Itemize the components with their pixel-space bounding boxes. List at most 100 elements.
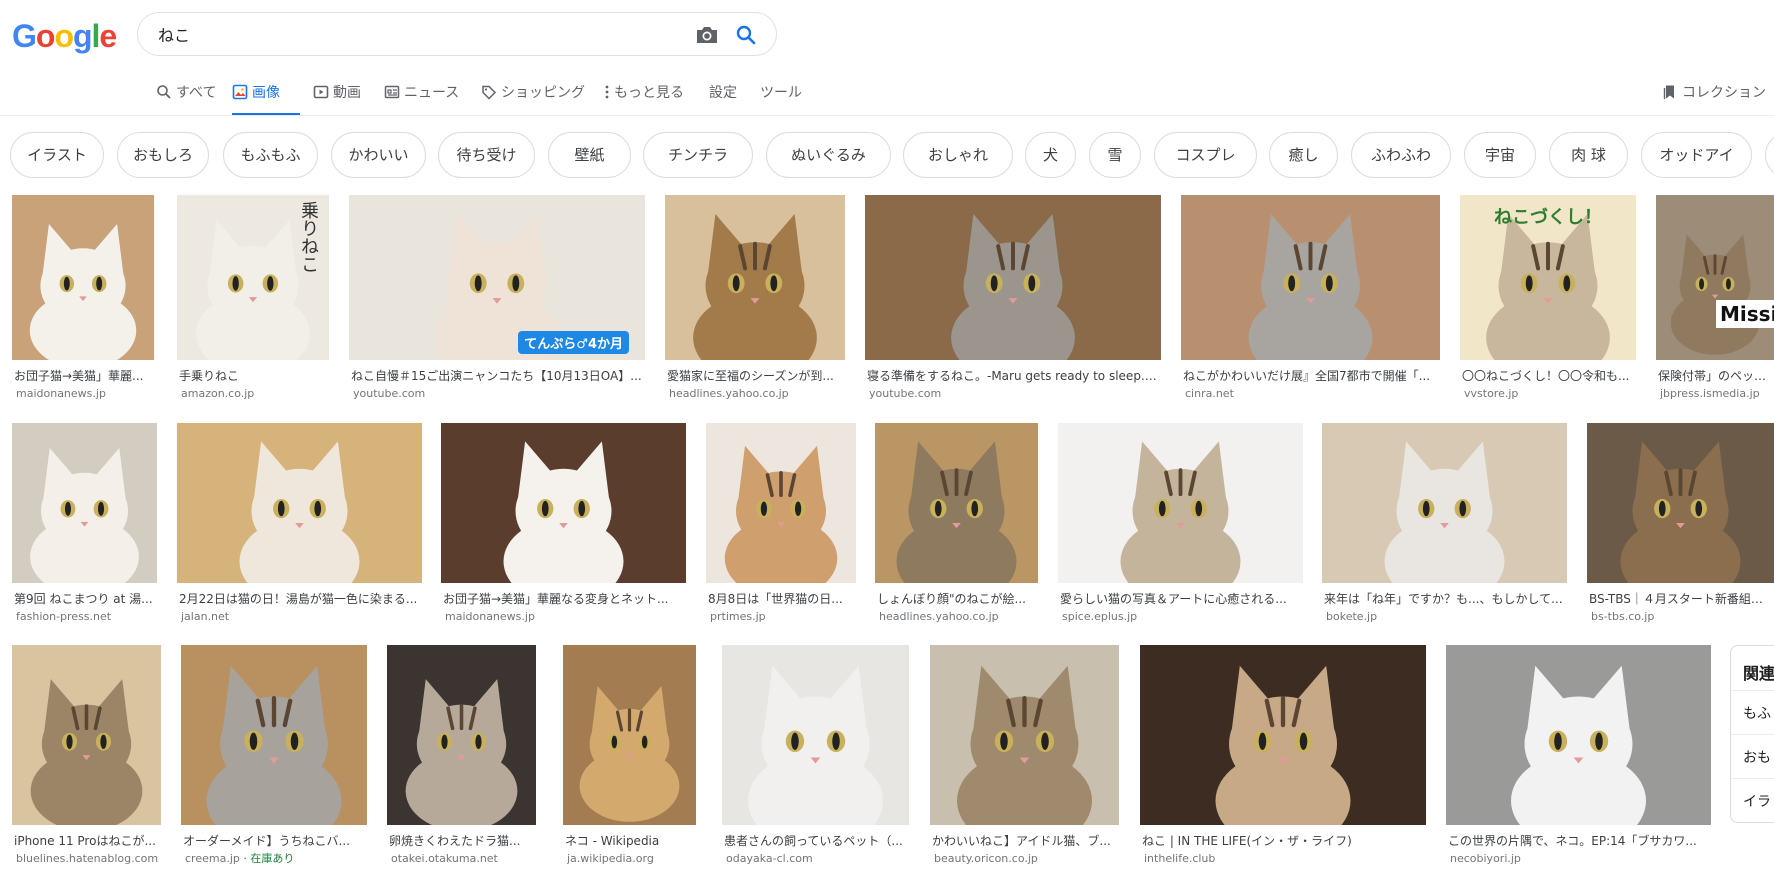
image-result[interactable]: 寝る準備をするねこ。-Maru gets ready to sleep.- - …	[865, 195, 1161, 412]
result-title[interactable]: オーダーメイド】うちねこバ...	[183, 833, 367, 849]
image-result[interactable]: BS-TBS｜４月スタート新番組「... bs-tbs.co.jp	[1587, 423, 1774, 635]
result-thumbnail[interactable]	[1446, 645, 1711, 825]
related-item[interactable]: もふ	[1743, 703, 1771, 723]
chip-5[interactable]: 壁紙	[548, 132, 631, 178]
chip-17[interactable]: スフィンクス	[1765, 132, 1774, 178]
result-title[interactable]: ねこ自慢＃15ご出演ニャンコたち【10月13日OA】...	[351, 368, 645, 384]
image-result[interactable]: かわいいねこ】アイドル猫、ブ... beauty.oricon.co.jp	[930, 645, 1119, 877]
result-thumbnail[interactable]	[12, 645, 161, 825]
chip-7[interactable]: ぬいぐるみ	[766, 132, 891, 178]
result-thumbnail[interactable]: てんぷら♂4か月	[349, 195, 645, 360]
result-thumbnail[interactable]: ねこづくし！	[1460, 195, 1636, 360]
result-title[interactable]: かわいいねこ】アイドル猫、ブ...	[932, 833, 1119, 849]
image-result[interactable]: ねこがかわいいだけ展』全国7都市で開催「... cinra.net	[1181, 195, 1440, 412]
related-item[interactable]: イラ	[1743, 791, 1771, 811]
result-title[interactable]: BS-TBS｜４月スタート新番組「...	[1589, 591, 1774, 607]
result-title[interactable]: 来年は「ね年」ですか？も...、もしかして...	[1324, 591, 1567, 607]
chip-6[interactable]: チンチラ	[643, 132, 753, 178]
collections-link[interactable]: コレクション	[1662, 82, 1766, 116]
result-title[interactable]: この世界の片隅で、ネコ。EP:14「ブサカワ...	[1448, 833, 1711, 849]
image-result[interactable]: オーダーメイド】うちねこバ... creema.jp · 在庫あり	[181, 645, 367, 877]
result-thumbnail[interactable]	[1587, 423, 1774, 583]
image-result[interactable]: ねこ | IN THE LIFE(イン・ザ・ライフ) inthelife.club	[1140, 645, 1426, 877]
result-thumbnail[interactable]	[930, 645, 1119, 825]
result-title[interactable]: 〇〇ねこづくし！〇〇令和も...	[1462, 368, 1636, 384]
image-result[interactable]: ネコ - Wikipedia ja.wikipedia.org	[563, 645, 696, 877]
chip-0[interactable]: イラスト	[10, 132, 104, 178]
result-thumbnail[interactable]	[722, 645, 909, 825]
result-thumbnail[interactable]: 乗りねこ	[177, 195, 329, 360]
result-thumbnail[interactable]	[865, 195, 1161, 360]
tab-settings[interactable]: 設定	[709, 82, 737, 116]
result-title[interactable]: 8月8日は「世界猫の日...	[708, 591, 856, 607]
result-thumbnail[interactable]	[563, 645, 696, 825]
chip-1[interactable]: おもしろ	[117, 132, 209, 178]
result-title[interactable]: 2月22日は猫の日！湯島が猫一色に染まる...	[179, 591, 422, 607]
result-title[interactable]: しょんぼり顔"のねこが絵...	[877, 591, 1038, 607]
tab-images[interactable]: 画像	[232, 82, 300, 116]
tab-tools[interactable]: ツール	[760, 82, 802, 116]
image-result[interactable]: ねこづくし！ 〇〇ねこづくし！〇〇令和も... vvstore.jp	[1460, 195, 1636, 412]
result-thumbnail[interactable]	[12, 423, 157, 583]
chip-9[interactable]: 犬	[1025, 132, 1076, 178]
result-title[interactable]: お団子猫→美猫」華麗...	[14, 368, 154, 384]
tab-all[interactable]: すべて	[156, 82, 216, 116]
tab-videos[interactable]: 動画	[313, 82, 361, 116]
image-result[interactable]: 乗りねこ 手乗りねこ amazon.co.jp	[177, 195, 329, 412]
chip-16[interactable]: オッドアイ	[1641, 132, 1752, 178]
image-result[interactable]: 愛らしい猫の写真＆アートに心癒される... spice.eplus.jp	[1058, 423, 1303, 635]
image-result[interactable]: 第9回 ねこまつり at 湯... fashion-press.net	[12, 423, 157, 635]
result-thumbnail[interactable]	[1181, 195, 1440, 360]
tab-shopping[interactable]: ショッピング	[481, 82, 585, 116]
image-result[interactable]: しょんぼり顔"のねこが絵... headlines.yahoo.co.jp	[875, 423, 1038, 635]
image-result[interactable]: 8月8日は「世界猫の日... prtimes.jp	[706, 423, 856, 635]
chip-4[interactable]: 待ち受け	[438, 132, 535, 178]
result-thumbnail[interactable]	[875, 423, 1038, 583]
chip-14[interactable]: 宇宙	[1464, 132, 1536, 178]
image-result[interactable]: 卵焼きくわえたドラ猫... otakei.otakuma.net	[387, 645, 536, 877]
result-title[interactable]: iPhone 11 Proはねこが...	[14, 833, 161, 849]
result-thumbnail[interactable]	[177, 423, 422, 583]
result-thumbnail[interactable]	[441, 423, 686, 583]
result-title[interactable]: ネコ - Wikipedia	[565, 833, 696, 849]
chip-3[interactable]: かわいい	[331, 132, 426, 178]
result-thumbnail[interactable]	[1058, 423, 1303, 583]
image-result[interactable]: お団子猫→美猫」華麗なる変身とネット... maidonanews.jp	[441, 423, 686, 635]
result-title[interactable]: ねこがかわいいだけ展』全国7都市で開催「...	[1183, 368, 1440, 384]
result-title[interactable]: 患者さんの飼っているペット（...	[724, 833, 909, 849]
tab-news[interactable]: ニュース	[384, 82, 459, 116]
image-result[interactable]: Missi 保険付帯」のペット... jbpress.ismedia.jp	[1656, 195, 1774, 412]
result-thumbnail[interactable]	[1322, 423, 1567, 583]
result-title[interactable]: 愛猫家に至福のシーズンが到...	[667, 368, 845, 384]
chip-10[interactable]: 雪	[1089, 132, 1141, 178]
result-title[interactable]: 手乗りねこ	[179, 368, 329, 384]
result-thumbnail[interactable]: Missi	[1656, 195, 1774, 360]
camera-icon[interactable]	[694, 23, 720, 47]
image-result[interactable]: 患者さんの飼っているペット（... odayaka-cl.com	[722, 645, 909, 877]
related-item[interactable]: おも	[1743, 747, 1771, 767]
result-thumbnail[interactable]	[387, 645, 536, 825]
google-logo[interactable]: Google	[12, 17, 117, 55]
result-title[interactable]: 卵焼きくわえたドラ猫...	[389, 833, 536, 849]
image-result[interactable]: てんぷら♂4か月 ねこ自慢＃15ご出演ニャンコたち【10月13日OA】... you…	[349, 195, 645, 412]
chip-15[interactable]: 肉 球	[1549, 132, 1628, 178]
result-title[interactable]: 愛らしい猫の写真＆アートに心癒される...	[1060, 591, 1303, 607]
chip-11[interactable]: コスプレ	[1154, 132, 1257, 178]
result-thumbnail[interactable]	[706, 423, 856, 583]
image-result[interactable]: 来年は「ね年」ですか？も...、もしかして... bokete.jp	[1322, 423, 1567, 635]
image-result[interactable]: 愛猫家に至福のシーズンが到... headlines.yahoo.co.jp	[665, 195, 845, 412]
result-title[interactable]: 保険付帯」のペット...	[1658, 368, 1774, 384]
image-result[interactable]: お団子猫→美猫」華麗... maidonanews.jp	[12, 195, 154, 412]
search-input[interactable]	[158, 22, 638, 46]
chip-2[interactable]: もふもふ	[223, 132, 318, 178]
image-result[interactable]: iPhone 11 Proはねこが... bluelines.hatenablog…	[12, 645, 161, 877]
tab-more[interactable]: もっと見る	[604, 82, 684, 116]
result-thumbnail[interactable]	[1140, 645, 1426, 825]
result-title[interactable]: 第9回 ねこまつり at 湯...	[14, 591, 157, 607]
result-title[interactable]: お団子猫→美猫」華麗なる変身とネット...	[443, 591, 686, 607]
result-title[interactable]: 寝る準備をするねこ。-Maru gets ready to sleep.- - …	[867, 368, 1161, 384]
result-title[interactable]: ねこ | IN THE LIFE(イン・ザ・ライフ)	[1142, 833, 1426, 849]
search-icon[interactable]	[734, 23, 758, 47]
result-thumbnail[interactable]	[181, 645, 367, 825]
chip-8[interactable]: おしゃれ	[903, 132, 1013, 178]
